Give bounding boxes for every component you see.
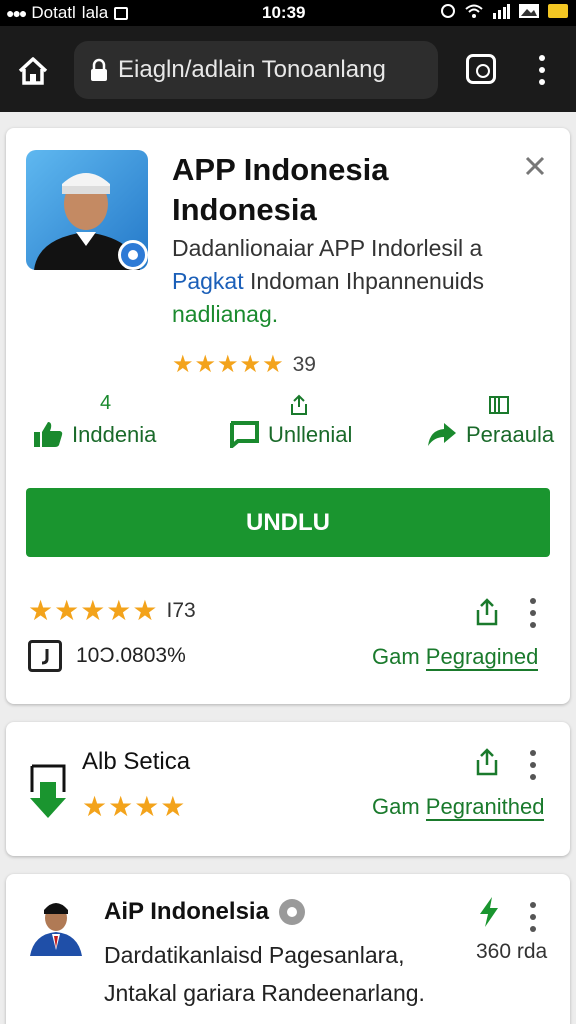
address-bar[interactable]: Eiagln/adlain Tonoanlang [74,41,438,99]
url-text: Eiagln/adlain Tonoanlang [118,56,386,83]
status-right [440,3,568,19]
wifi-icon [465,4,483,18]
rating-stars-icon: ★★★★★ [172,351,285,378]
more-dot [530,598,536,604]
comment-icon [230,421,259,448]
more-dot [530,926,536,932]
status-left: ●●● Dotatl lala [6,3,129,23]
thumbs-up-icon [34,422,63,447]
suggested-app-card[interactable]: AiP Indonelsia Dardatikanlaisd Pagesanla… [6,874,570,1024]
cell-signal-icon [493,4,510,19]
rating-count: 39 [292,352,316,376]
verified-badge-icon [118,240,148,270]
download-arrow-icon [30,764,66,818]
more-dot [530,622,536,628]
desc-link[interactable]: Pagkat [172,268,244,294]
menu-dot [539,67,545,73]
more-dot [530,762,536,768]
suggested-app-name: AiP Indonelsia [104,898,269,925]
status-bar: ●●● Dotatl lala 10:39 [0,0,576,26]
related-app-card[interactable]: Alb Setica ★★★★ Gam Pegranithed [6,722,570,856]
app-title-line1: APP Indonesia [172,152,389,187]
image-notification-icon [519,4,539,18]
link-prefix: Gam [372,644,426,669]
home-icon [18,57,48,85]
action-share[interactable]: Peraaula [426,390,562,450]
app-description: Dadanlionaiar APP Indorlesil a Pagkat In… [172,232,552,331]
share-icon[interactable] [474,748,500,776]
suggested-app-size: 360 rda [476,940,548,963]
desc-line2: Indoman Ihpannenuids [243,268,485,294]
suggested-desc-line1: Dardatikanlaisd Pagesanlara, [104,942,405,968]
link-prefix: Gam [372,794,426,819]
alarm-icon [441,4,455,18]
lightning-icon [480,897,498,927]
carrier-name: Dotatl [31,3,76,22]
related-developer-link[interactable]: Gam Pegranithed [372,794,545,821]
review-stars-icon: ★★★★★ [28,595,159,626]
more-options-button[interactable] [528,750,538,780]
desc-line3: nadlianag. [172,301,279,327]
download-size-icon [28,640,62,672]
share-icon[interactable] [474,598,500,626]
more-dot [530,774,536,780]
related-app-stars-icon: ★★★★ [82,791,187,822]
app-rating: ★★★★★ 39 [172,350,316,379]
avatar [26,894,86,956]
app-title: APP Indonesia Indonesia [172,150,502,230]
app-detail-card: APP Indonesia Indonesia Dadanlionaiar AP… [6,128,570,704]
carrier-sub: lala [81,3,109,22]
browser-menu-button[interactable] [530,53,554,87]
size-row: 10Ͻ.0803% [28,640,186,672]
more-dot [530,610,536,616]
app-title-line2: Indonesia [172,192,317,227]
battery-icon [548,4,568,18]
share-mini-icon [291,394,307,415]
menu-dot [539,55,545,61]
more-from-developer-link[interactable]: Gam Pegragined [372,644,539,671]
desc-line1: Dadanlionaiar APP Indorlesil a [172,235,483,261]
more-options-button[interactable] [528,598,538,628]
size-text: 10Ͻ.0803% [76,644,186,667]
link-text: Pegranithed [425,794,545,821]
action-like[interactable]: 4 Inddenia [32,390,172,450]
book-mini-icon [489,396,509,414]
review-rating: ★★★★★ I73 [28,594,196,627]
home-button[interactable] [16,54,50,88]
status-time: 10:39 [262,3,306,22]
related-app-title: Alb Setica [82,748,191,775]
more-dot [530,750,536,756]
action-label-comment: Unllenial [268,422,353,447]
close-button[interactable] [520,154,550,184]
review-count: I73 [166,598,196,622]
close-icon [525,156,545,176]
link-text: Pegragined [425,644,539,671]
more-dot [530,902,536,908]
more-options-button[interactable] [528,902,538,932]
verified-badge-icon [278,899,305,925]
suggested-app-title: AiP Indonelsia [104,898,305,926]
size-glyph [41,649,49,665]
menu-dot [539,79,545,85]
signal-dots-icon: ●●● [6,5,27,21]
browser-toolbar: Eiagln/adlain Tonoanlang [0,26,576,112]
like-count: 4 [100,392,112,414]
install-button[interactable]: UNDLU [26,488,550,557]
action-comment[interactable]: Unllenial [228,390,368,450]
suggested-app-description: Dardatikanlaisd Pagesanlara, Jntakal gar… [104,936,454,1012]
lock-icon [91,58,107,81]
action-label-share: Peraaula [466,422,555,447]
forward-share-icon [428,423,456,446]
action-label-like: Inddenia [72,422,157,447]
notification-icon [114,6,129,20]
action-row: 4 Inddenia Unllenial Peraaula [6,390,570,450]
suggested-desc-line2: Jntakal gariara Randeenarlang. [104,980,425,1006]
more-dot [530,914,536,920]
tabs-button[interactable] [466,54,496,84]
